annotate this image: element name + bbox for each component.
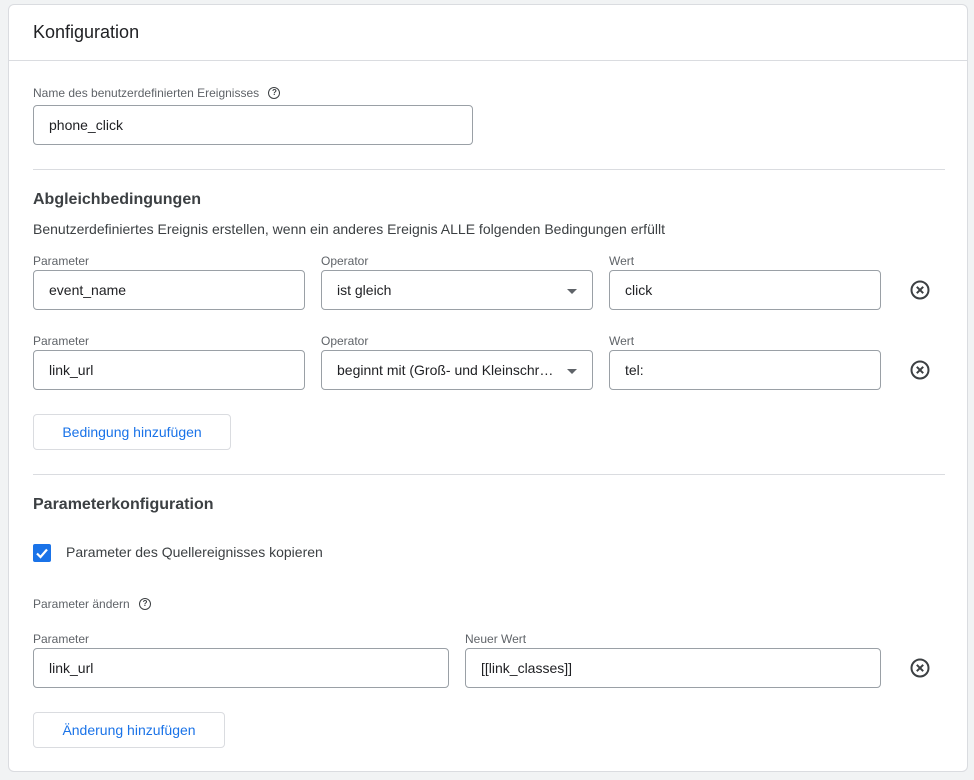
modification-1-parameter-input[interactable]: link_url — [33, 648, 449, 688]
copy-parameters-label[interactable]: Parameter des Quellereignisses kopieren — [66, 544, 323, 560]
card-title: Konfiguration — [33, 22, 140, 42]
configuration-card: Konfiguration Name des benutzerdefiniert… — [8, 4, 968, 772]
modification-1-parameter-label: Parameter — [33, 632, 90, 646]
event-name-label: Name des benutzerdefinierten Ereignisses — [33, 86, 260, 100]
modification-1-new-value-label: Neuer Wert — [465, 632, 527, 646]
modify-parameters-label: Parameter ändern — [33, 597, 130, 611]
help-icon[interactable]: ? — [139, 597, 152, 610]
add-modification-button[interactable]: Änderung hinzufügen — [33, 712, 225, 748]
parameter-section-title: Parameterkonfiguration — [33, 496, 214, 513]
condition-1-operator-label: Operator — [321, 254, 369, 268]
remove-condition-2-icon[interactable] — [910, 360, 930, 380]
condition-1-value-input[interactable]: click — [609, 270, 881, 310]
remove-condition-1-icon[interactable] — [910, 280, 930, 300]
add-condition-button[interactable]: Bedingung hinzufügen — [33, 414, 231, 450]
caret-down-icon — [567, 369, 577, 374]
condition-2-parameter-label: Parameter — [33, 334, 90, 348]
modification-1-new-value-input[interactable]: [[link_classes]] — [465, 648, 881, 688]
condition-1-parameter-label: Parameter — [33, 254, 90, 268]
condition-2-operator-select[interactable]: beginnt mit (Groß- und Kleinschreibung w… — [321, 350, 593, 390]
help-icon[interactable]: ? — [268, 86, 281, 99]
condition-2-value-input[interactable]: tel: — [609, 350, 881, 390]
condition-2-parameter-input[interactable]: link_url — [33, 350, 305, 390]
condition-2-value-label: Wert — [609, 334, 635, 348]
modify-parameters-label-row: Parameter ändern ? — [33, 597, 152, 611]
remove-modification-1-icon[interactable] — [910, 658, 930, 678]
card-header: Konfiguration — [9, 5, 967, 61]
divider — [33, 474, 945, 475]
condition-2-operator-label: Operator — [321, 334, 369, 348]
condition-1-value-label: Wert — [609, 254, 635, 268]
matching-description: Benutzerdefiniertes Ereignis erstellen, … — [33, 221, 665, 237]
condition-2-operator-value: beginnt mit (Groß- und Kleinschreibung w… — [337, 362, 577, 378]
copy-parameters-checkbox[interactable] — [33, 544, 51, 562]
caret-down-icon — [567, 289, 577, 294]
divider — [33, 169, 945, 170]
condition-1-operator-select[interactable]: ist gleich — [321, 270, 593, 310]
event-name-input[interactable]: phone_click — [33, 105, 473, 145]
event-name-label-row: Name des benutzerdefinierten Ereignisses… — [33, 86, 281, 100]
condition-1-parameter-input[interactable]: event_name — [33, 270, 305, 310]
matching-section-title: Abgleichbedingungen — [33, 191, 201, 208]
condition-1-operator-value: ist gleich — [337, 282, 392, 298]
check-icon — [36, 548, 48, 559]
